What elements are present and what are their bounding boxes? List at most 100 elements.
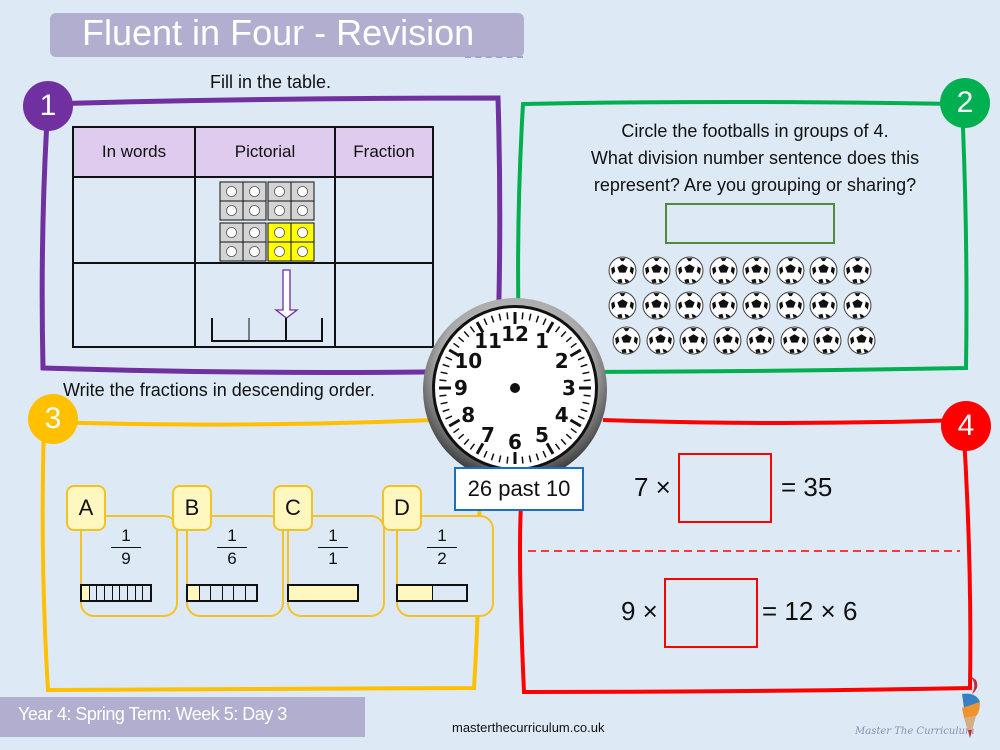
equation-1-right: = 35 <box>781 472 833 502</box>
header-in-words: In words <box>72 126 196 178</box>
clock-tick <box>439 394 447 397</box>
football-grid[interactable] <box>608 256 878 360</box>
football-icon[interactable] <box>608 291 637 320</box>
number-line <box>211 318 323 342</box>
fraction-table: In words Pictorial Fraction <box>72 126 434 348</box>
fraction-bar <box>80 584 152 602</box>
football-icon[interactable] <box>713 326 742 355</box>
counter-cell <box>290 181 315 202</box>
fraction-value: 12 <box>427 526 457 569</box>
fraction-bar-part <box>289 586 357 600</box>
football-icon[interactable] <box>780 326 809 355</box>
row2-in-words-cell[interactable] <box>72 262 196 348</box>
football-icon[interactable] <box>809 291 838 320</box>
counter-cell <box>267 181 292 202</box>
row2-pictorial-cell <box>194 262 336 348</box>
fraction-bar-part <box>96 586 104 600</box>
fraction-bar-part <box>431 586 467 600</box>
football-icon[interactable] <box>742 291 771 320</box>
football-icon[interactable] <box>679 326 708 355</box>
fraction-value: 19 <box>111 526 141 569</box>
football-icon[interactable] <box>847 326 876 355</box>
numerator: 1 <box>318 526 348 548</box>
football-icon[interactable] <box>776 291 805 320</box>
clock-numeral: 8 <box>461 403 475 427</box>
fraction-bar-part <box>188 586 199 600</box>
q3-instruction: Write the fractions in descending order. <box>63 380 375 400</box>
fraction-bar-part <box>142 586 150 600</box>
football-icon[interactable] <box>843 291 872 320</box>
fraction-bar-part <box>104 586 112 600</box>
clock-numeral: 5 <box>535 423 549 447</box>
clock-numeral: 3 <box>562 376 576 400</box>
fraction-bar-part <box>233 586 245 600</box>
fraction-bar-part <box>134 586 143 600</box>
football-icon[interactable] <box>709 291 738 320</box>
counter-cell <box>242 200 267 221</box>
football-icon[interactable] <box>646 326 675 355</box>
down-arrow-icon <box>274 269 299 319</box>
fraction-value: 16 <box>217 526 247 569</box>
equation-2-answer-box[interactable] <box>664 578 758 648</box>
fraction-bar-part <box>244 586 257 600</box>
clock-numeral: 11 <box>474 329 502 353</box>
clock-tick <box>439 379 447 382</box>
fraction-bar <box>396 584 468 602</box>
fraction-value: 11 <box>318 526 348 569</box>
question-3-badge: 3 <box>28 394 78 444</box>
counter-cell <box>242 222 267 243</box>
football-icon[interactable] <box>675 256 704 285</box>
counter-cell <box>290 200 315 221</box>
football-icon[interactable] <box>608 256 637 285</box>
fraction-bar-part <box>111 586 120 600</box>
football-icon[interactable] <box>642 291 671 320</box>
lesson-label: Year 4: Spring Term: Week 5: Day 3 <box>18 704 287 724</box>
equation-1-answer-box[interactable] <box>678 453 772 523</box>
football-icon[interactable] <box>813 326 842 355</box>
clock-tick <box>583 394 591 397</box>
football-icon[interactable] <box>843 256 872 285</box>
counter-blocks <box>219 181 315 262</box>
equation-2-right: = 12 × 6 <box>762 596 858 626</box>
football-icon[interactable] <box>675 291 704 320</box>
denominator: 9 <box>121 549 131 568</box>
row1-in-words-cell[interactable] <box>72 176 196 264</box>
row1-fraction-cell[interactable] <box>334 176 434 264</box>
fraction-card-label: D <box>382 485 422 531</box>
clock-tick <box>506 456 509 464</box>
counter-cell <box>242 181 267 202</box>
clock-tick <box>521 312 524 320</box>
page-title: Fluent in Four - Revision <box>82 12 475 53</box>
website-url[interactable]: masterthecurriculum.co.uk <box>452 720 604 735</box>
clock-numeral: 4 <box>555 403 569 427</box>
football-icon[interactable] <box>742 256 771 285</box>
fraction-bar-part <box>210 586 222 600</box>
row2-fraction-cell[interactable] <box>334 262 434 348</box>
football-icon[interactable] <box>809 256 838 285</box>
counter-cell <box>267 200 292 221</box>
clock-tick <box>521 456 524 464</box>
equation-1-left: 7 × <box>634 472 671 502</box>
fraction-bar-part <box>127 586 135 600</box>
clock-numeral: 7 <box>481 423 495 447</box>
counter-cell <box>219 241 244 262</box>
q2-answer-box[interactable] <box>665 203 835 244</box>
counter-cell <box>219 222 244 243</box>
brand-name: Master The Curriculum <box>855 726 975 737</box>
title-underline <box>465 56 523 58</box>
football-icon[interactable] <box>612 326 641 355</box>
football-icon[interactable] <box>776 256 805 285</box>
fraction-bar <box>186 584 258 602</box>
counter-cell <box>267 222 292 243</box>
equation-2-left: 9 × <box>621 596 658 626</box>
football-icon[interactable] <box>709 256 738 285</box>
football-icon[interactable] <box>642 256 671 285</box>
numerator: 1 <box>111 526 141 548</box>
number-line-diagram <box>211 269 323 342</box>
fraction-bar-part <box>119 586 127 600</box>
analog-clock: 12 1234567891011 <box>423 298 607 482</box>
football-icon[interactable] <box>746 326 775 355</box>
fraction-bar-part <box>398 586 432 600</box>
counter-cell <box>242 241 267 262</box>
fraction-card-label: C <box>273 485 313 531</box>
